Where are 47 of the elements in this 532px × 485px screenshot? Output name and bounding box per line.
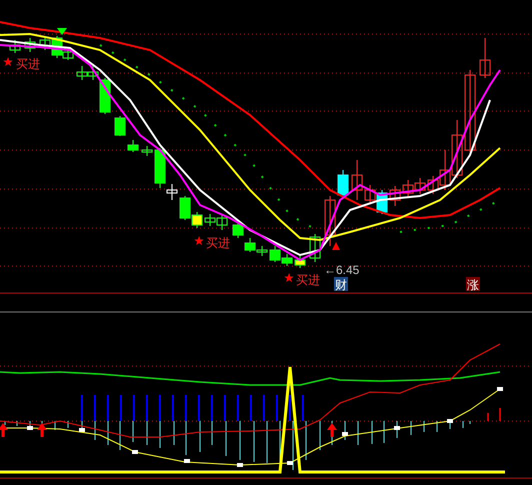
buy-signal-label: 买进 — [206, 236, 230, 250]
candlestick — [204, 214, 216, 226]
candlestick — [216, 214, 228, 230]
candlestick — [10, 40, 20, 54]
candlestick — [390, 186, 400, 206]
square-marker — [394, 426, 400, 430]
candlestick — [76, 66, 88, 80]
square-marker — [79, 428, 85, 432]
candlestick — [282, 254, 292, 266]
buy-signal-label: 买进 — [16, 57, 40, 71]
down-triangle-icon — [57, 28, 67, 35]
star-icon — [3, 57, 13, 66]
up-triangle-icon — [332, 242, 340, 250]
candlestick — [364, 184, 376, 204]
news-badge: 财 — [334, 277, 348, 292]
candlestick — [114, 116, 126, 136]
square-marker — [132, 450, 138, 454]
square-marker — [497, 387, 503, 391]
candlestick — [232, 222, 244, 238]
candlestick — [244, 238, 256, 252]
square-marker — [447, 419, 453, 423]
square-marker — [184, 459, 190, 463]
price-label: ←6.45 — [324, 263, 360, 277]
up-arrow-icon — [37, 423, 47, 437]
star-icon — [194, 236, 204, 245]
candlestick — [128, 140, 138, 152]
candlestick — [324, 196, 336, 246]
candlestick — [256, 246, 268, 256]
candlestick — [294, 256, 306, 268]
candlestick — [270, 246, 280, 262]
candlestick — [310, 234, 320, 262]
star-icon — [284, 273, 294, 282]
candlestick — [480, 38, 490, 78]
news-badge: 涨 — [466, 277, 480, 292]
candlestick — [414, 178, 426, 194]
buy-signal-label: 买进 — [296, 273, 320, 287]
up-arrow-icon — [327, 423, 337, 437]
candlestick — [402, 180, 414, 198]
square-marker — [27, 426, 33, 430]
candlestick — [352, 160, 362, 200]
candlestick — [142, 146, 152, 156]
square-marker — [287, 461, 293, 465]
candlestick — [24, 38, 36, 52]
up-arrow-icon — [0, 423, 8, 437]
square-marker — [342, 432, 348, 436]
square-marker — [237, 463, 243, 467]
candlestick — [338, 170, 348, 198]
